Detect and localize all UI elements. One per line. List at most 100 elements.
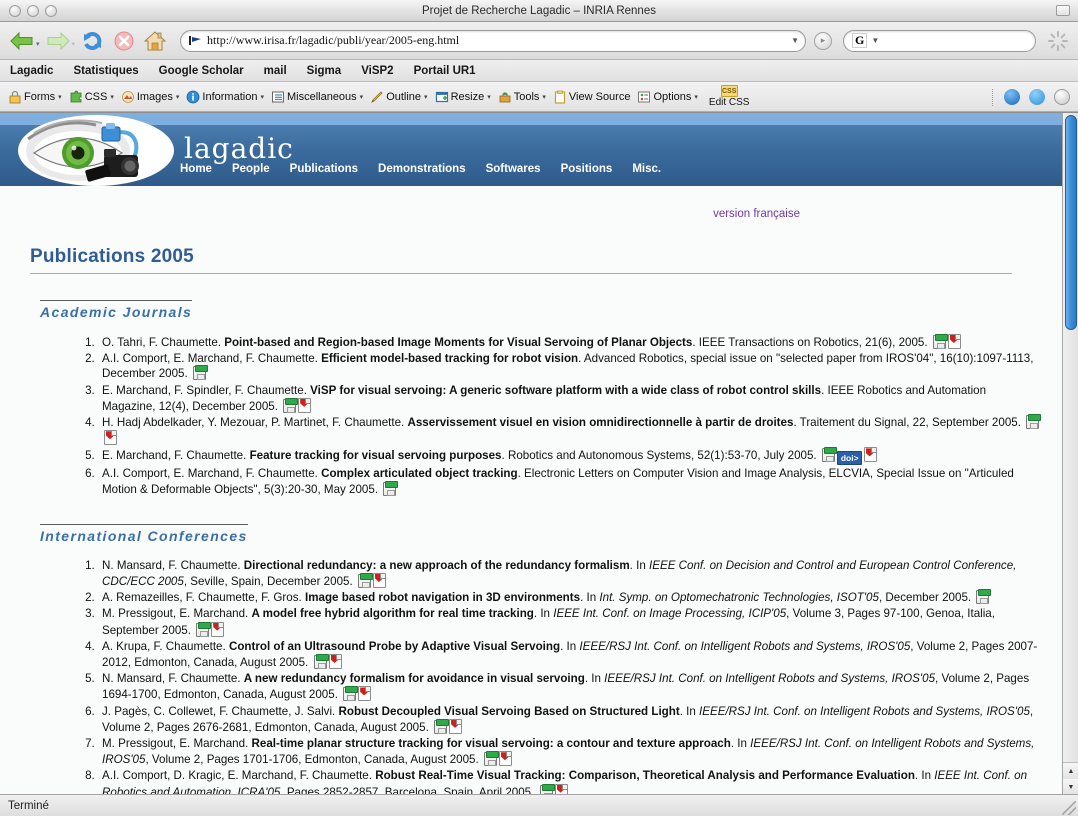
forward-button[interactable]: ▾	[44, 26, 77, 56]
stop-icon	[114, 31, 134, 50]
scroll-down-button[interactable]: ▼	[1063, 779, 1078, 794]
publication-title: Efficient model-based tracking for robot…	[321, 352, 579, 366]
scrollbar-thumb[interactable]	[1065, 115, 1077, 330]
pdf-link-icon[interactable]	[449, 718, 463, 734]
publication-detail-post: , December 2005.	[878, 591, 975, 605]
pdf-link-icon[interactable]	[328, 654, 342, 670]
nav-misc[interactable]: Misc.	[632, 163, 661, 175]
address-bar[interactable]: http://www.irisa.fr/lagadic/publi/year/2…	[180, 29, 806, 52]
bookmark-portail-ur1[interactable]: Portail UR1	[414, 65, 476, 77]
go-button[interactable]: ▸	[814, 31, 832, 50]
devtool-outline-caret[interactable]: ▾	[424, 93, 428, 101]
google-search-icon: G	[852, 33, 868, 48]
back-arrow-icon	[10, 31, 33, 50]
lagadic-logo[interactable]	[18, 115, 174, 186]
pdf-link-icon[interactable]	[358, 686, 372, 702]
devtool-options-caret[interactable]: ▾	[694, 93, 698, 101]
bookmark-statistiques[interactable]: Statistiques	[73, 65, 138, 77]
devtool-tools-caret[interactable]: ▾	[542, 93, 546, 101]
pdf-link-icon[interactable]	[498, 751, 512, 767]
bibtex-link-icon[interactable]	[539, 783, 555, 794]
pdf-link-icon[interactable]	[372, 573, 386, 589]
bibtex-link-icon[interactable]	[192, 365, 208, 381]
address-bar-url[interactable]: http://www.irisa.fr/lagadic/publi/year/2…	[207, 33, 787, 48]
bibtex-link-icon[interactable]	[932, 334, 948, 349]
bibtex-link-icon[interactable]	[357, 573, 373, 589]
bookmark-sigma[interactable]: Sigma	[307, 65, 342, 77]
close-button[interactable]	[9, 4, 21, 17]
devtool-images-caret[interactable]: ▾	[176, 93, 180, 101]
resize-grip-icon[interactable]	[1062, 801, 1076, 815]
bibtex-link-icon[interactable]	[196, 621, 212, 637]
minimize-button[interactable]	[27, 4, 39, 17]
bibtex-link-icon[interactable]	[383, 480, 399, 496]
devtool-edit-css[interactable]: CSS Edit CSS	[709, 84, 749, 109]
info-bubble-icon[interactable]	[1029, 89, 1045, 105]
validate-check-icon[interactable]	[1004, 89, 1020, 105]
reload-button[interactable]	[79, 26, 107, 56]
devtool-forms-caret[interactable]: ▾	[58, 93, 62, 101]
nav-publications[interactable]: Publications	[290, 163, 358, 175]
stop-button[interactable]	[110, 26, 138, 56]
devtool-forms[interactable]: Forms ▾	[6, 90, 67, 104]
bookmark-mail[interactable]: mail	[264, 65, 287, 77]
bibtex-link-icon[interactable]	[1026, 414, 1042, 430]
options-icon	[638, 91, 651, 102]
nav-positions[interactable]: Positions	[561, 163, 613, 175]
devtool-css[interactable]: CSS ▾	[67, 90, 119, 104]
publication-authors: A.I. Comport, E. Marchand, F. Chaumette.	[102, 352, 322, 366]
publication-list-academic-journals: O. Tahri, F. Chaumette. Point-based and …	[0, 334, 1042, 497]
pdf-link-icon[interactable]	[947, 334, 961, 349]
devtool-view-source[interactable]: View Source	[551, 90, 636, 104]
bibtex-link-icon[interactable]	[434, 718, 450, 734]
doi-link-icon[interactable]: doi>	[836, 451, 862, 466]
nav-softwares[interactable]: Softwares	[486, 163, 541, 175]
devtool-miscellaneous-caret[interactable]: ▾	[360, 93, 364, 101]
image-icon	[121, 90, 134, 103]
devtool-resize[interactable]: Resize ▾	[433, 90, 496, 104]
back-dropdown-caret[interactable]: ▾	[36, 40, 40, 48]
devtool-information[interactable]: Information ▾	[184, 90, 269, 104]
nav-demonstrations[interactable]: Demonstrations	[378, 163, 466, 175]
devtool-resize-caret[interactable]: ▾	[487, 93, 491, 101]
devtool-css-caret[interactable]: ▾	[110, 93, 114, 101]
site-brand[interactable]: lagadic	[184, 135, 294, 163]
devtool-images[interactable]: Images ▾	[119, 90, 185, 104]
nav-people[interactable]: People	[232, 163, 270, 175]
scroll-up-button[interactable]: ▲	[1063, 763, 1078, 779]
devtool-miscellaneous[interactable]: Miscellaneous ▾	[269, 90, 368, 104]
devtool-options[interactable]: Options ▾	[635, 90, 702, 104]
play-circle-icon[interactable]	[1054, 89, 1070, 105]
address-dropdown-caret[interactable]: ▼	[787, 36, 799, 45]
bookmark-visp2[interactable]: ViSP2	[361, 65, 393, 77]
publication-detail-post: , Seville, Spain, December 2005.	[183, 575, 356, 589]
puzzle-icon	[70, 90, 82, 102]
pdf-link-icon[interactable]	[104, 430, 117, 446]
bookmark-google-scholar[interactable]: Google Scholar	[159, 65, 244, 77]
back-button[interactable]: ▾	[8, 26, 41, 56]
maximize-button[interactable]	[45, 4, 57, 17]
vertical-scrollbar[interactable]: ▲ ▼	[1062, 113, 1078, 794]
devtool-tools[interactable]: Tools ▾	[496, 90, 551, 104]
version-francaise-link[interactable]: version française	[713, 208, 800, 220]
devtool-outline[interactable]: Outline ▾	[368, 90, 432, 104]
bibtex-link-icon[interactable]	[283, 397, 299, 413]
home-button[interactable]	[141, 26, 169, 56]
publication-detail-pre: . In	[580, 591, 600, 605]
pdf-link-icon[interactable]	[211, 621, 225, 637]
pdf-link-icon[interactable]	[863, 447, 877, 463]
window-resize-icon[interactable]	[1056, 5, 1070, 16]
bibtex-link-icon[interactable]	[483, 751, 499, 767]
nav-home[interactable]: Home	[180, 163, 212, 175]
search-bar[interactable]: G ▼	[843, 29, 1036, 52]
bookmark-lagadic[interactable]: Lagadic	[10, 65, 53, 77]
pdf-link-icon[interactable]	[554, 783, 568, 794]
bibtex-link-icon[interactable]	[313, 654, 329, 670]
search-engine-caret[interactable]: ▼	[867, 36, 879, 45]
forward-dropdown-caret[interactable]: ▾	[72, 40, 76, 48]
devtool-information-caret[interactable]: ▾	[260, 93, 264, 101]
pdf-link-icon[interactable]	[298, 397, 312, 413]
bibtex-link-icon[interactable]	[976, 589, 992, 605]
bibtex-link-icon[interactable]	[343, 686, 359, 702]
bibtex-link-icon[interactable]	[821, 447, 837, 463]
